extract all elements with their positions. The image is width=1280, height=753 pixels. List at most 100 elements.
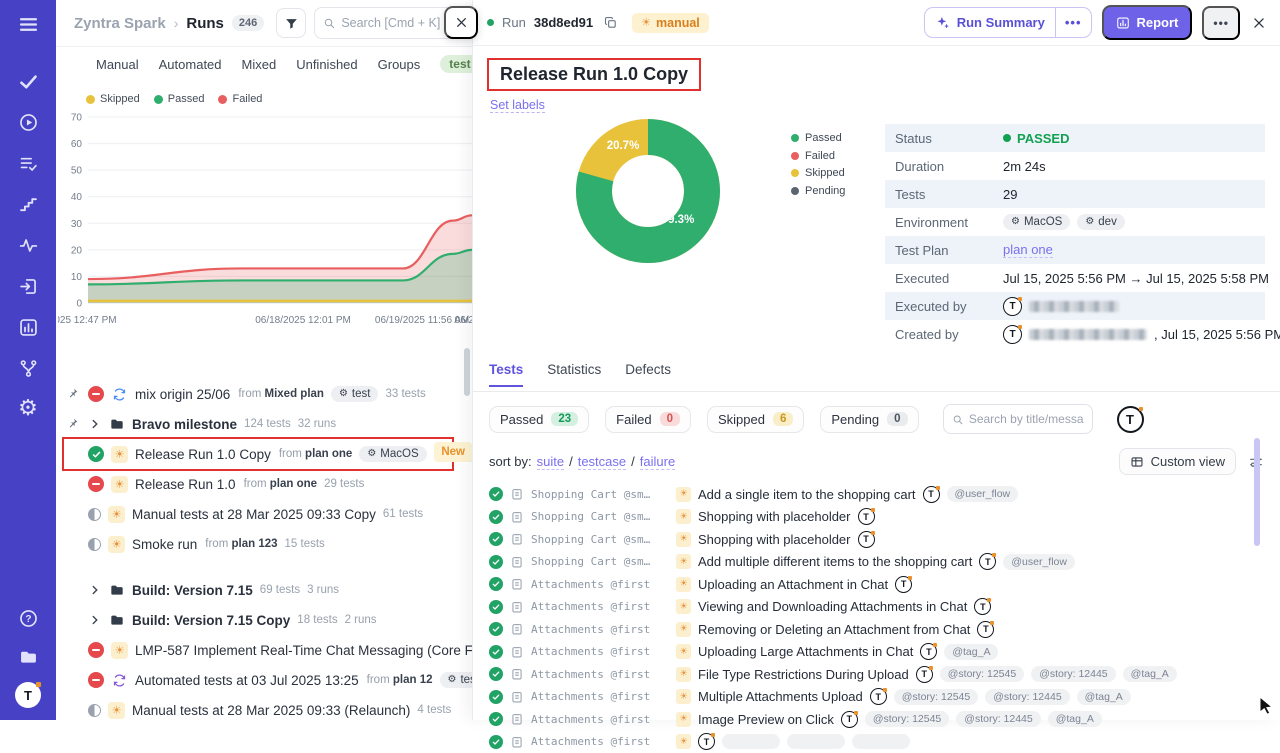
- run-row[interactable]: ☀Release Run 1.0from plan one29 tests: [64, 469, 452, 499]
- test-title: Removing or Deleting an Attachment from …: [698, 622, 970, 637]
- chevron-right-icon[interactable]: [88, 417, 102, 431]
- test-row[interactable]: Attachments @first☀Uploading Large Attac…: [473, 641, 1280, 664]
- drawer-more-button[interactable]: •••: [1202, 6, 1240, 40]
- report-button[interactable]: Report: [1102, 5, 1193, 40]
- sort-link-suite[interactable]: suite: [537, 454, 564, 470]
- runs-panel-scrollbar[interactable]: [464, 348, 470, 396]
- check-icon[interactable]: [16, 69, 40, 93]
- manual-run-icon: ☀: [676, 554, 691, 569]
- environment-pill: ⚙test: [331, 386, 379, 402]
- test-title: Shopping with placeholder: [698, 509, 851, 524]
- user-avatar[interactable]: T: [15, 682, 41, 708]
- steps-icon[interactable]: [16, 192, 40, 216]
- run-group-row[interactable]: Bravo milestone124 tests32 runs: [64, 409, 452, 439]
- tab-defects[interactable]: Defects: [625, 362, 671, 385]
- runs-tab-automated[interactable]: Automated: [159, 57, 222, 72]
- git-branch-icon[interactable]: [16, 356, 40, 380]
- test-row[interactable]: Attachments @first☀T: [473, 731, 1280, 753]
- run-enter-icon[interactable]: [16, 274, 40, 298]
- tests-search-input[interactable]: [969, 412, 1084, 426]
- runs-search-input[interactable]: [341, 16, 455, 30]
- runs-panel: Zyntra Spark › Runs 246 ManualAutomatedM…: [56, 0, 472, 720]
- list-check-icon[interactable]: [16, 151, 40, 175]
- legend-label: Pending: [805, 185, 845, 197]
- runs-tab-manual[interactable]: Manual: [96, 57, 139, 72]
- drawer-scrollbar[interactable]: [1254, 438, 1260, 546]
- set-labels-link[interactable]: Set labels: [490, 98, 545, 113]
- gear-icon[interactable]: ⚙: [16, 397, 40, 421]
- runs-tab-mixed[interactable]: Mixed: [242, 57, 277, 72]
- test-tag: [787, 734, 845, 749]
- activity-icon[interactable]: [16, 233, 40, 257]
- test-title: Add multiple different items to the shop…: [698, 554, 972, 569]
- manual-run-icon: ☀: [676, 487, 691, 502]
- custom-view-button[interactable]: Custom view: [1119, 448, 1236, 475]
- drawer-close-button[interactable]: [1252, 16, 1266, 30]
- runs-search[interactable]: [314, 7, 464, 39]
- search-icon: [952, 413, 963, 426]
- filter-chip-passed[interactable]: Passed23: [489, 406, 589, 433]
- folder-icon: [109, 582, 125, 598]
- test-suite-name: Shopping Cart @sm…: [531, 555, 669, 568]
- copy-icon[interactable]: [603, 15, 618, 30]
- test-row[interactable]: Attachments @first☀File Type Restriction…: [473, 663, 1280, 686]
- help-icon[interactable]: ?: [16, 606, 40, 630]
- filter-chip-failed[interactable]: Failed0: [605, 406, 691, 433]
- test-row[interactable]: Attachments @first☀Image Preview on Clic…: [473, 708, 1280, 731]
- run-row[interactable]: ☀Manual tests at 28 Mar 2025 09:33 Copy6…: [64, 499, 452, 529]
- run-summary-more-button[interactable]: •••: [1055, 8, 1091, 37]
- run-row[interactable]: ☀Release Run 1.0 Copyfrom plan one⚙MacOS…: [64, 439, 452, 469]
- run-title: Manual tests at 28 Mar 2025 09:33 (Relau…: [132, 703, 410, 718]
- sort-link-testcase[interactable]: testcase: [578, 454, 626, 470]
- sort-link-failure[interactable]: failure: [640, 454, 675, 470]
- detail-value: T, Jul 15, 2025 5:56 PM: [1003, 325, 1280, 344]
- test-row[interactable]: Attachments @first☀Removing or Deleting …: [473, 618, 1280, 641]
- play-circle-icon[interactable]: [16, 110, 40, 134]
- filter-chip-skipped[interactable]: Skipped6: [707, 406, 804, 433]
- runs-tab-groups[interactable]: Groups: [378, 57, 421, 72]
- runs-panel-close-button[interactable]: [444, 6, 478, 39]
- chevron-right-icon[interactable]: [88, 613, 102, 627]
- run-row[interactable]: Automated tests at 03 Jul 2025 13:25from…: [64, 665, 452, 695]
- manual-run-icon: ☀: [676, 734, 691, 749]
- runs-tab-unfinished[interactable]: Unfinished: [296, 57, 357, 72]
- run-group-row[interactable]: Build: Version 7.1569 tests3 runs: [64, 575, 452, 605]
- test-row[interactable]: Shopping Cart @sm…☀Add a single item to …: [473, 483, 1280, 506]
- runs-tab-env-badge[interactable]: test: [440, 55, 472, 73]
- folders-icon[interactable]: [16, 644, 40, 668]
- legend-dot: [791, 169, 799, 177]
- svg-text:50: 50: [71, 166, 83, 177]
- legend-label: Failed: [805, 150, 835, 162]
- tests-search[interactable]: [943, 404, 1093, 434]
- run-row[interactable]: mix origin 25/06from Mixed plan⚙test33 t…: [64, 379, 452, 409]
- run-details-table: StatusPASSEDDuration2m 24sTests29Environ…: [885, 124, 1265, 348]
- filter-chip-pending[interactable]: Pending0: [820, 406, 918, 433]
- test-row[interactable]: Shopping Cart @sm… ☀ Add multiple differen…: [473, 551, 1280, 574]
- test-row[interactable]: Shopping Cart @sm…☀Shopping with placeho…: [473, 506, 1280, 529]
- test-row[interactable]: Attachments @first☀Multiple Attachments …: [473, 686, 1280, 709]
- run-summary-button[interactable]: Run Summary •••: [924, 7, 1092, 38]
- run-row[interactable]: ☀LMP-587 Implement Real-Time Chat Messag…: [64, 635, 452, 665]
- test-plan-link[interactable]: plan one: [1003, 242, 1053, 258]
- environment-pill: ⚙MacOS: [359, 446, 426, 462]
- detail-row-created-by: Created byT, Jul 15, 2025 5:56 PM: [885, 320, 1265, 348]
- test-row[interactable]: Attachments @first☀Uploading an Attachme…: [473, 573, 1280, 596]
- breadcrumb-project[interactable]: Zyntra Spark: [74, 15, 166, 32]
- detail-row-executed-by: Executed byT: [885, 292, 1265, 320]
- gear-icon: ⚙: [339, 389, 348, 399]
- test-row[interactable]: Attachments @first☀Viewing and Downloadi…: [473, 596, 1280, 619]
- menu-icon[interactable]: [16, 12, 40, 36]
- bar-chart-icon[interactable]: [16, 315, 40, 339]
- run-row[interactable]: ☀Manual tests at 28 Mar 2025 09:33 (Rela…: [64, 695, 452, 720]
- test-row[interactable]: Shopping Cart @sm…☀Shopping with placeho…: [473, 528, 1280, 551]
- assignee-avatar[interactable]: T: [1117, 406, 1144, 433]
- chevron-right-icon[interactable]: [88, 583, 102, 597]
- test-tag: @story: 12445: [956, 711, 1040, 727]
- tab-tests[interactable]: Tests: [489, 362, 523, 387]
- run-row[interactable]: ☀Smoke runfrom plan 12315 tests: [64, 529, 452, 559]
- tab-statistics[interactable]: Statistics: [547, 362, 601, 385]
- filter-button[interactable]: [276, 8, 306, 38]
- tests-list: Shopping Cart @sm…☀Add a single item to …: [473, 479, 1280, 753]
- run-group-row[interactable]: Build: Version 7.15 Copy18 tests2 runs: [64, 605, 452, 635]
- status-text: PASSED: [1017, 131, 1070, 146]
